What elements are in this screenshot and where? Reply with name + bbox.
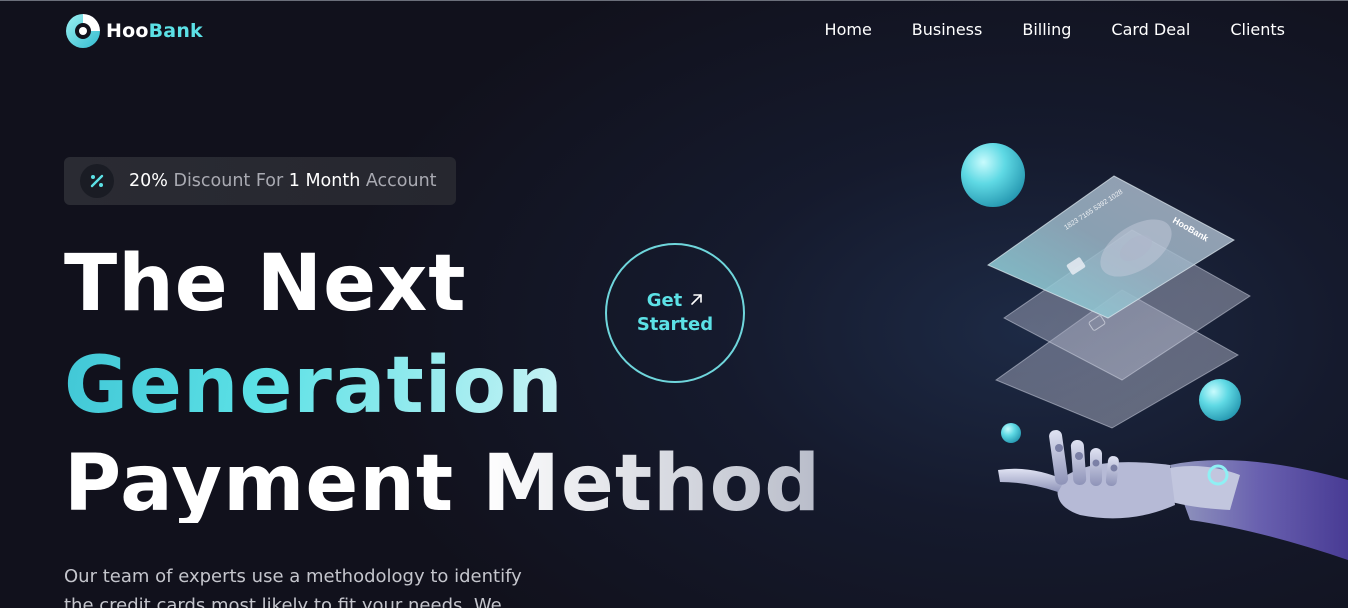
main-nav: Home Business Billing Card Deal Clients <box>825 20 1285 39</box>
hero-title-line1: The Next <box>64 239 467 329</box>
sphere-medium <box>1199 379 1241 421</box>
sphere-small <box>1001 423 1021 443</box>
discount-badge: 20% Discount For 1 Month Account <box>64 157 456 205</box>
nav-business[interactable]: Business <box>912 20 983 39</box>
nav-billing[interactable]: Billing <box>1022 20 1071 39</box>
sphere-large <box>961 143 1025 207</box>
get-started-button[interactable]: Get Started <box>605 243 745 383</box>
hero-title-line3: Payment Method <box>64 439 822 529</box>
get-started-label-1: Get <box>646 290 683 311</box>
brand-name: HooBank <box>106 20 203 42</box>
nav-home[interactable]: Home <box>825 20 872 39</box>
nav-card-deal[interactable]: Card Deal <box>1111 20 1190 39</box>
hero-title-line2: Generation <box>64 341 564 431</box>
top-border <box>0 0 1348 1</box>
logo[interactable]: HooBank <box>64 12 203 50</box>
hoobank-logo-icon <box>64 12 102 50</box>
discount-text: 20% Discount For 1 Month Account <box>129 171 437 191</box>
get-started-label-2: Started <box>636 314 714 335</box>
arrow-up-right-icon <box>690 289 703 313</box>
robot-hand-cards-illustration: HooBank 1823 7165 5392 1028 <box>940 130 1348 608</box>
percent-icon <box>80 164 114 198</box>
nav-clients[interactable]: Clients <box>1230 20 1285 39</box>
hero-description: Our team of experts use a methodology to… <box>64 566 522 608</box>
